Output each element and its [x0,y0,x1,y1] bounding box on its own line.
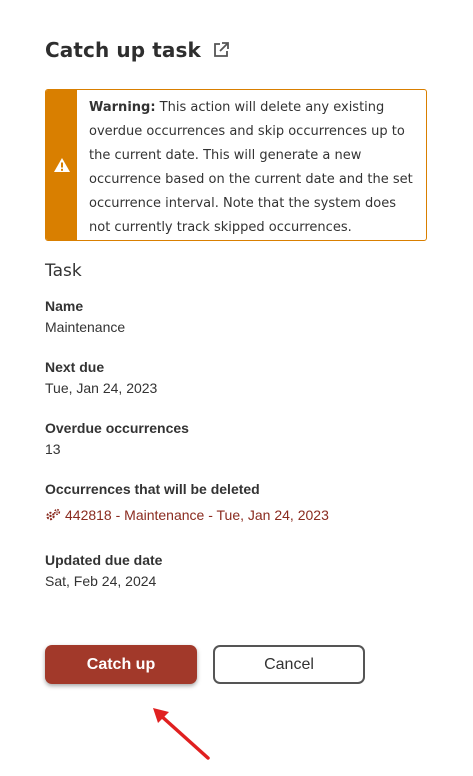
warning-stripe [46,90,77,240]
name-value: Maintenance [45,319,126,335]
warning-triangle-icon [53,158,70,172]
occurrence-link[interactable]: 442818 - Maintenance - Tue, Jan 24, 2023 [45,507,329,523]
warning-text: Warning: This action will delete any exi… [77,90,426,240]
warning-label: Warning: [89,100,156,115]
gears-icon [46,508,61,521]
cancel-button[interactable]: Cancel [213,645,365,684]
next-due-label: Next due [45,359,105,375]
page-title: Catch up task [45,38,201,62]
updated-due-label: Updated due date [45,552,163,568]
updated-due-value: Sat, Feb 24, 2024 [45,573,157,589]
warning-message: This action will delete any existing ove… [89,100,413,235]
task-heading: Task [45,261,82,281]
deleted-label: Occurrences that will be deleted [45,481,260,497]
overdue-label: Overdue occurrences [45,420,189,436]
external-link-icon[interactable] [212,41,230,59]
catch-up-button[interactable]: Catch up [45,645,197,684]
annotation-arrow-icon [153,708,210,760]
occurrence-link-text[interactable]: 442818 - Maintenance - Tue, Jan 24, 2023 [65,507,329,523]
next-due-value: Tue, Jan 24, 2023 [45,380,158,396]
warning-alert: Warning: This action will delete any exi… [45,89,427,241]
name-label: Name [45,298,84,314]
title-row: Catch up task [45,38,230,62]
overdue-value: 13 [45,441,61,457]
